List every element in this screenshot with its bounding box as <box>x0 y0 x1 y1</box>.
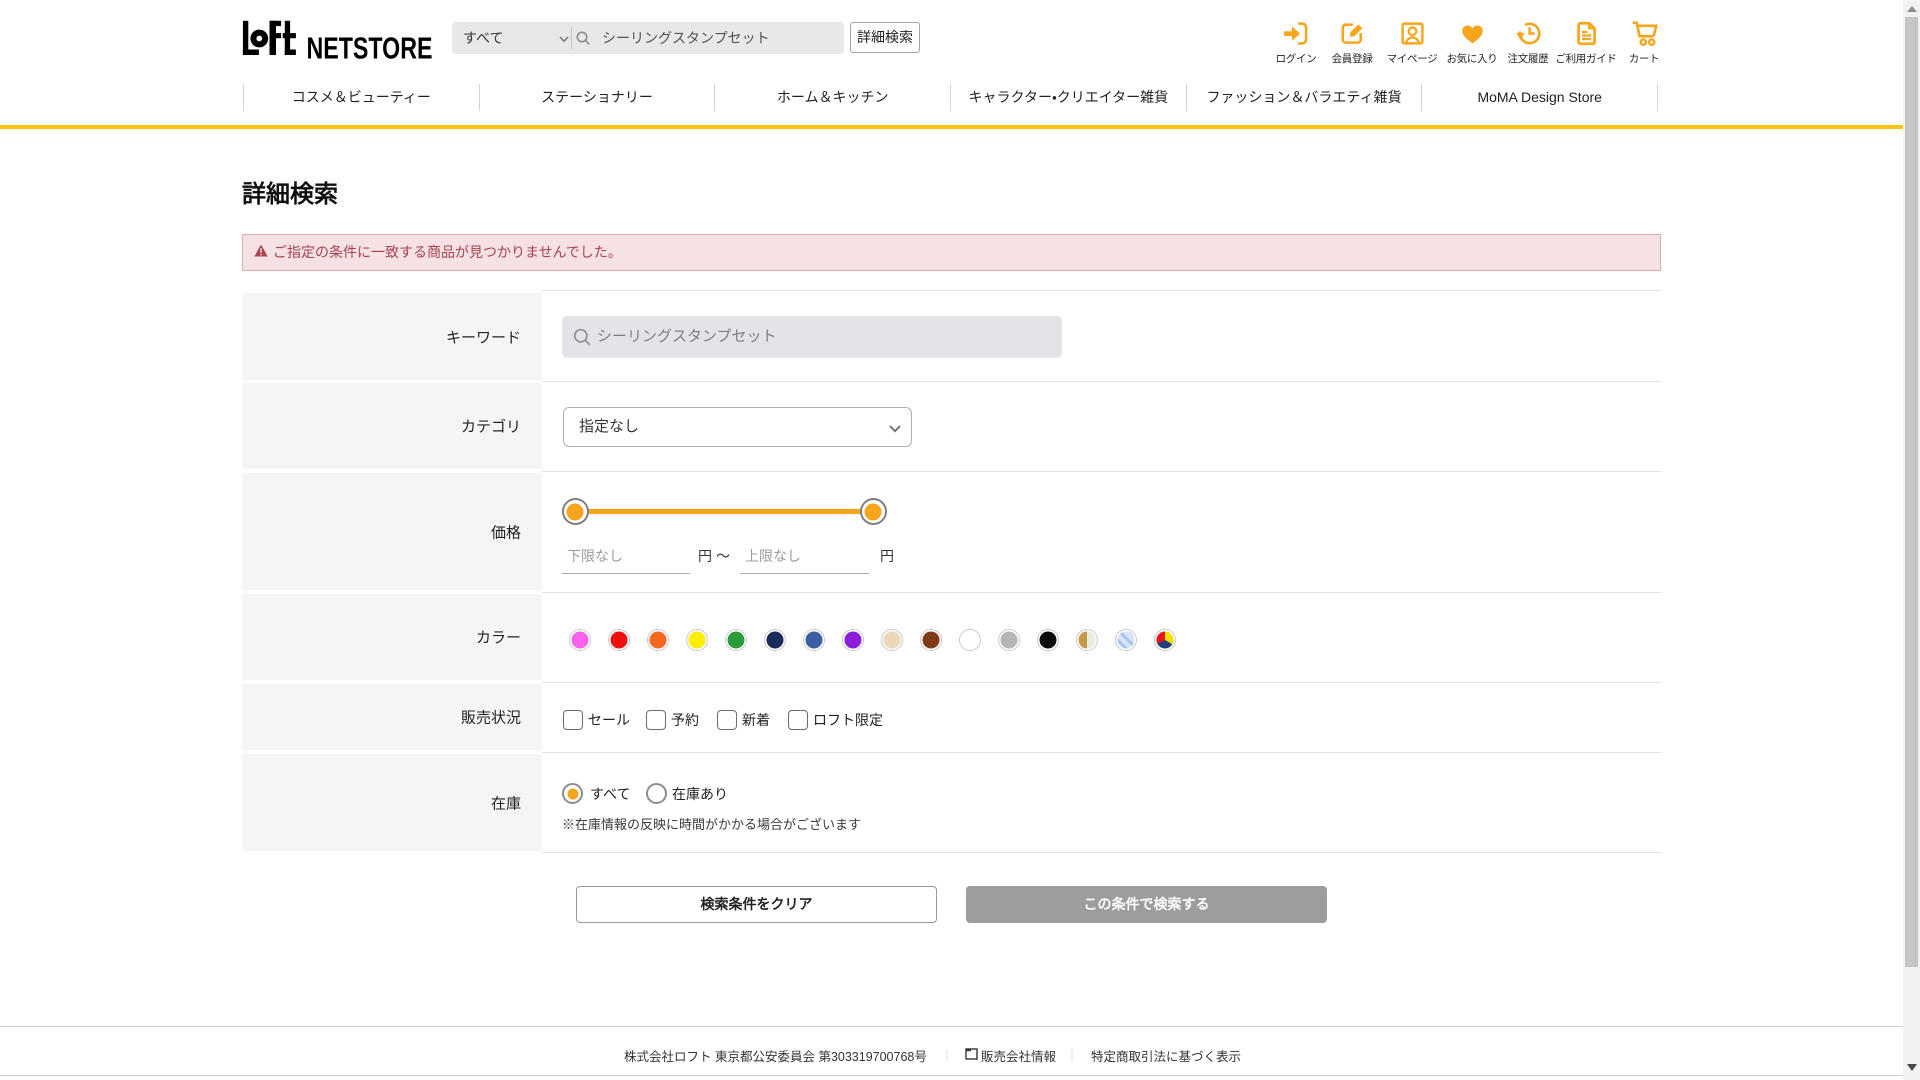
svg-text:NETSTORE: NETSTORE <box>307 36 433 60</box>
